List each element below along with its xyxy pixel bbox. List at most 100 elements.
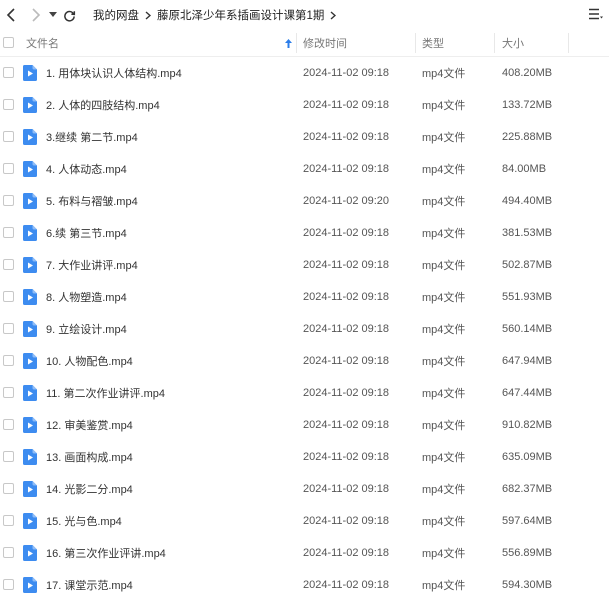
table-row[interactable]: 7. 大作业讲评.mp4 2024-11-02 09:18 mp4文件 502.87M… — [0, 249, 609, 281]
file-name[interactable]: 4. 人体动态.mp4 — [46, 153, 127, 185]
column-divider[interactable] — [415, 33, 416, 53]
file-size: 133.72MB — [502, 99, 553, 111]
table-row[interactable]: 3.继续 第二节.mp4 2024-11-02 09:18 mp4文件 225.88M… — [0, 121, 609, 153]
file-size: 502.87MB — [502, 259, 553, 271]
row-checkbox[interactable] — [3, 259, 14, 270]
column-divider[interactable] — [568, 33, 569, 53]
row-checkbox[interactable] — [3, 195, 14, 206]
row-checkbox[interactable] — [3, 67, 14, 78]
column-header-name[interactable]: 文件名 — [26, 30, 296, 56]
file-name[interactable]: 16. 第三次作业评讲.mp4 — [46, 537, 166, 569]
row-checkbox[interactable] — [3, 579, 14, 590]
table-row[interactable]: 9. 立绘设计.mp4 2024-11-02 09:18 mp4文件 560.14MB — [0, 313, 609, 345]
back-button[interactable] — [2, 5, 20, 25]
row-checkbox[interactable] — [3, 131, 14, 142]
column-divider[interactable] — [494, 33, 495, 53]
table-row[interactable]: 1. 用体块认识人体结构.mp4 2024-11-02 09:18 mp4文件 408… — [0, 57, 609, 89]
file-size: 597.64MB — [502, 515, 553, 527]
row-checkbox[interactable] — [3, 451, 14, 462]
table-row[interactable]: 5. 布料与褶皱.mp4 2024-11-02 09:20 mp4文件 494.40M… — [0, 185, 609, 217]
file-name[interactable]: 17. 课堂示范.mp4 — [46, 569, 133, 601]
file-type: mp4文件 — [422, 100, 466, 112]
file-name[interactable]: 6.续 第三节.mp4 — [46, 217, 127, 249]
file-name[interactable]: 15. 光与色.mp4 — [46, 505, 122, 537]
table-row[interactable]: 8. 人物塑造.mp4 2024-11-02 09:18 mp4文件 551.93MB — [0, 281, 609, 313]
file-modified: 2024-11-02 09:18 — [303, 99, 390, 111]
column-header-name-label: 文件名 — [26, 38, 59, 50]
column-header-type[interactable]: 类型 — [422, 30, 492, 56]
file-type: mp4文件 — [422, 484, 466, 496]
file-name[interactable]: 7. 大作业讲评.mp4 — [46, 249, 138, 281]
table-row[interactable]: 15. 光与色.mp4 2024-11-02 09:18 mp4文件 597.64MB — [0, 505, 609, 537]
file-name[interactable]: 9. 立绘设计.mp4 — [46, 313, 127, 345]
row-checkbox[interactable] — [3, 99, 14, 110]
file-type: mp4文件 — [422, 164, 466, 176]
file-name[interactable]: 2. 人体的四肢结构.mp4 — [46, 89, 160, 121]
file-modified: 2024-11-02 09:18 — [303, 547, 390, 559]
file-type: mp4文件 — [422, 420, 466, 432]
row-checkbox[interactable] — [3, 483, 14, 494]
file-modified: 2024-11-02 09:20 — [303, 195, 390, 207]
chevron-right-icon[interactable] — [330, 10, 337, 20]
column-header-modified[interactable]: 修改时间 — [303, 30, 413, 56]
file-name[interactable]: 3.继续 第二节.mp4 — [46, 121, 138, 153]
video-file-icon — [23, 417, 37, 433]
row-checkbox[interactable] — [3, 547, 14, 558]
file-type: mp4文件 — [422, 260, 466, 272]
video-file-icon — [23, 161, 37, 177]
row-checkbox[interactable] — [3, 515, 14, 526]
row-checkbox[interactable] — [3, 323, 14, 334]
video-file-icon — [23, 257, 37, 273]
column-header-size[interactable]: 大小 — [502, 30, 568, 56]
video-file-icon — [23, 97, 37, 113]
file-size: 910.82MB — [502, 419, 553, 431]
file-name[interactable]: 5. 布料与褶皱.mp4 — [46, 185, 138, 217]
forward-button[interactable] — [27, 5, 45, 25]
file-name[interactable]: 8. 人物塑造.mp4 — [46, 281, 127, 313]
table-row[interactable]: 6.续 第三节.mp4 2024-11-02 09:18 mp4文件 381.53MB — [0, 217, 609, 249]
file-name[interactable]: 11. 第二次作业讲评.mp4 — [46, 377, 165, 409]
file-name[interactable]: 14. 光影二分.mp4 — [46, 473, 133, 505]
file-type: mp4文件 — [422, 228, 466, 240]
video-file-icon — [23, 129, 37, 145]
file-modified: 2024-11-02 09:18 — [303, 515, 390, 527]
video-file-icon — [23, 577, 37, 593]
history-dropdown-button[interactable] — [47, 5, 59, 25]
caret-down-icon — [49, 12, 57, 17]
row-checkbox[interactable] — [3, 355, 14, 366]
file-name[interactable]: 10. 人物配色.mp4 — [46, 345, 133, 377]
file-modified: 2024-11-02 09:18 — [303, 67, 390, 79]
table-row[interactable]: 13. 画面构成.mp4 2024-11-02 09:18 mp4文件 635.09M… — [0, 441, 609, 473]
column-divider[interactable] — [296, 33, 297, 53]
chevron-left-icon — [6, 8, 15, 22]
file-type: mp4文件 — [422, 356, 466, 368]
select-all-checkbox[interactable] — [3, 37, 14, 48]
file-name[interactable]: 12. 审美鉴赏.mp4 — [46, 409, 133, 441]
file-modified: 2024-11-02 09:18 — [303, 227, 390, 239]
breadcrumb-current[interactable]: 藤原北泽少年系插画设计课第1期 — [157, 7, 324, 23]
table-row[interactable]: 17. 课堂示范.mp4 2024-11-02 09:18 mp4文件 594.30M… — [0, 569, 609, 601]
video-file-icon — [23, 289, 37, 305]
row-checkbox[interactable] — [3, 387, 14, 398]
file-size: 225.88MB — [502, 131, 553, 143]
row-checkbox[interactable] — [3, 227, 14, 238]
row-checkbox[interactable] — [3, 419, 14, 430]
file-size: 594.30MB — [502, 579, 553, 591]
breadcrumb-root[interactable]: 我的网盘 — [93, 7, 139, 23]
table-row[interactable]: 10. 人物配色.mp4 2024-11-02 09:18 mp4文件 647.94M… — [0, 345, 609, 377]
column-header-modified-label: 修改时间 — [303, 38, 347, 50]
file-name[interactable]: 1. 用体块认识人体结构.mp4 — [46, 57, 182, 89]
table-row[interactable]: 16. 第三次作业评讲.mp4 2024-11-02 09:18 mp4文件 556.… — [0, 537, 609, 569]
table-row[interactable]: 14. 光影二分.mp4 2024-11-02 09:18 mp4文件 682.37M… — [0, 473, 609, 505]
file-type: mp4文件 — [422, 452, 466, 464]
table-row[interactable]: 12. 审美鉴赏.mp4 2024-11-02 09:18 mp4文件 910.82M… — [0, 409, 609, 441]
row-checkbox[interactable] — [3, 163, 14, 174]
table-row[interactable]: 11. 第二次作业讲评.mp4 2024-11-02 09:18 mp4文件 647.… — [0, 377, 609, 409]
file-name[interactable]: 13. 画面构成.mp4 — [46, 441, 133, 473]
view-menu-button[interactable] — [589, 7, 603, 25]
video-file-icon — [23, 449, 37, 465]
refresh-button[interactable] — [61, 5, 77, 25]
table-row[interactable]: 4. 人体动态.mp4 2024-11-02 09:18 mp4文件 84.00MB — [0, 153, 609, 185]
row-checkbox[interactable] — [3, 291, 14, 302]
table-row[interactable]: 2. 人体的四肢结构.mp4 2024-11-02 09:18 mp4文件 133.7… — [0, 89, 609, 121]
